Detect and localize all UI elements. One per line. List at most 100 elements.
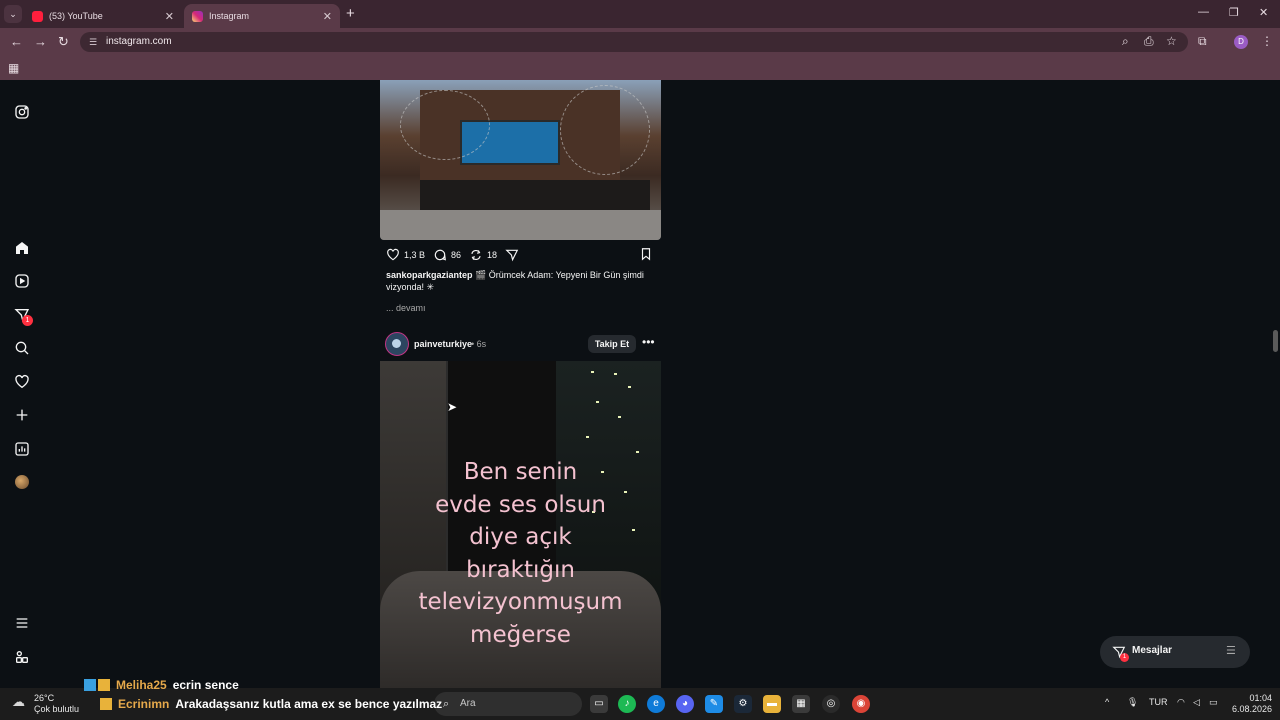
close-icon[interactable]: ✕	[323, 10, 332, 23]
instagram-logo-icon[interactable]	[12, 102, 32, 122]
tab-instagram[interactable]: Instagram ✕	[184, 4, 340, 28]
follow-button[interactable]: Takip Et	[588, 335, 636, 353]
instagram-page: 1 1,3 B 86 18 sankoparkgaziantep 🎬 Örümc…	[0, 80, 1280, 688]
messages-button[interactable]: 1 Mesajlar ☰	[1100, 636, 1250, 668]
spider-icon: ✳	[426, 282, 435, 292]
weather-widget[interactable]: ☁ 26°C Çok bulutlu	[12, 693, 79, 715]
new-tab-button[interactable]: +	[346, 5, 355, 22]
obs-icon[interactable]: ◎	[822, 695, 840, 713]
comment-count: 86	[451, 250, 462, 260]
app-icon[interactable]: ✎	[705, 695, 723, 713]
post-username[interactable]: painveturkiye	[414, 339, 472, 349]
spotify-icon[interactable]: ♪	[618, 695, 636, 713]
battery-icon[interactable]: ▭	[1209, 697, 1218, 708]
create-plus-icon[interactable]	[12, 405, 32, 425]
chat-badge-icon	[84, 679, 96, 691]
share-button[interactable]	[505, 248, 523, 262]
discord-icon[interactable]: ◕	[676, 695, 694, 713]
tab-search-button[interactable]: ⌄	[4, 5, 22, 23]
cloud-icon: ☁	[12, 694, 25, 709]
taskbar-search[interactable]: ⌕ Ara	[434, 692, 582, 716]
scrollbar[interactable]	[1270, 80, 1280, 688]
bookmark-star-icon[interactable]: ☆	[1166, 34, 1177, 48]
chevron-up-icon[interactable]: ^	[1105, 697, 1109, 707]
tab-label: (53) YouTube	[49, 11, 103, 21]
post-image[interactable]	[380, 80, 661, 240]
file-explorer-icon[interactable]: ▬	[763, 695, 781, 713]
instagram-favicon-icon	[192, 10, 203, 22]
like-count: 1,3 B	[404, 250, 426, 260]
more-menu-icon[interactable]	[12, 613, 32, 633]
restore-icon[interactable]: ❐	[1229, 6, 1239, 19]
address-bar[interactable]: ☰ instagram.com	[80, 32, 1188, 52]
post-header: painveturkiye • 6s Takip Et •••	[385, 332, 661, 356]
post-time: • 6s	[471, 339, 487, 349]
edge-icon[interactable]: e	[647, 695, 665, 713]
avatar[interactable]	[385, 332, 409, 356]
film-icon: 🎬	[475, 270, 489, 280]
chat-message: Ecrinimn Arakadaşsanız kutla ama ex se b…	[100, 696, 442, 712]
comment-button[interactable]: 86	[433, 248, 461, 262]
chat-username: Ecrinimn	[118, 697, 170, 711]
comment-icon	[434, 249, 446, 261]
repost-icon	[471, 250, 481, 260]
search-icon[interactable]	[12, 338, 32, 358]
youtube-favicon-icon	[32, 10, 43, 22]
repost-button[interactable]: 18	[469, 248, 497, 262]
chat-badge-icon	[100, 698, 112, 710]
post-video[interactable]: Ben senin evde ses olsun diye açık bırak…	[380, 361, 661, 688]
close-icon[interactable]: ✕	[165, 10, 174, 23]
home-icon[interactable]	[12, 238, 32, 258]
chat-message: Meliha25 ecrin sence	[84, 678, 239, 692]
more-link[interactable]: ... devamı	[386, 303, 426, 313]
tab-youtube[interactable]: (53) YouTube ✕	[24, 4, 182, 28]
store-icon[interactable]: ▦	[792, 695, 810, 713]
close-window-icon[interactable]: ✕	[1259, 6, 1268, 19]
zoom-icon[interactable]: ⌕	[1122, 34, 1129, 49]
dashboard-icon[interactable]	[12, 439, 32, 459]
menu-icon[interactable]: ⋮	[1261, 34, 1273, 48]
scrollbar-thumb[interactable]	[1273, 330, 1278, 352]
like-button[interactable]: 1,3 B	[386, 248, 425, 262]
url-text: instagram.com	[106, 36, 172, 47]
chat-text: Arakadaşsanız kutla ama ex se bence yazı…	[175, 697, 443, 711]
compose-icon[interactable]: ☰	[1226, 644, 1236, 657]
chrome-icon[interactable]: ◉	[852, 695, 870, 713]
system-clock[interactable]: 01:04 6.08.2026	[1232, 693, 1272, 715]
volume-icon[interactable]: ◁	[1193, 697, 1200, 708]
chat-text: ecrin sence	[172, 678, 239, 692]
repost-count: 18	[487, 250, 498, 260]
save-bookmark-icon[interactable]	[639, 247, 653, 266]
post-caption: sankoparkgaziantep 🎬 Örümcek Adam: Yepye…	[386, 269, 656, 293]
back-icon[interactable]: ←	[10, 34, 23, 49]
share-icon	[505, 249, 519, 262]
apps-grid-icon[interactable]: ▦	[8, 61, 19, 75]
install-app-icon[interactable]: ⎙	[1144, 34, 1154, 49]
chat-badge-icon	[98, 679, 110, 691]
task-view-icon[interactable]: ▭	[590, 695, 608, 713]
reels-icon[interactable]	[12, 271, 32, 291]
extensions-icon[interactable]: ⧉	[1198, 34, 1207, 49]
language-indicator[interactable]: TUR	[1149, 697, 1168, 707]
meta-apps-icon[interactable]	[12, 647, 32, 667]
steam-icon[interactable]: ⚙	[734, 695, 752, 713]
forward-icon[interactable]: →	[34, 34, 47, 49]
site-info-icon[interactable]: ☰	[89, 32, 97, 52]
video-overlay-text: Ben senin evde ses olsun diye açık bırak…	[418, 459, 623, 648]
browser-titlebar: ⌄ (53) YouTube ✕ Instagram ✕ + — ❐ ✕	[0, 0, 1280, 28]
heart-icon[interactable]	[12, 372, 32, 392]
minimize-icon[interactable]: —	[1198, 6, 1209, 18]
more-options-icon[interactable]: •••	[642, 335, 655, 349]
caption-username[interactable]: sankoparkgaziantep	[386, 270, 473, 280]
chat-username: Meliha25	[116, 678, 167, 692]
messages-badge: 1	[1120, 653, 1129, 662]
microphone-icon[interactable]: 🎙	[1127, 697, 1138, 708]
reload-icon[interactable]: ↻	[58, 34, 69, 50]
mouse-cursor-icon: ➤	[447, 400, 458, 414]
messages-label: Mesajlar	[1132, 645, 1173, 656]
tab-label: Instagram	[209, 11, 250, 21]
profile-avatar[interactable]: D	[1234, 35, 1248, 49]
notification-badge: 1	[22, 315, 33, 326]
wifi-icon[interactable]: ◠	[1177, 697, 1185, 708]
profile-avatar-icon[interactable]	[12, 472, 32, 492]
